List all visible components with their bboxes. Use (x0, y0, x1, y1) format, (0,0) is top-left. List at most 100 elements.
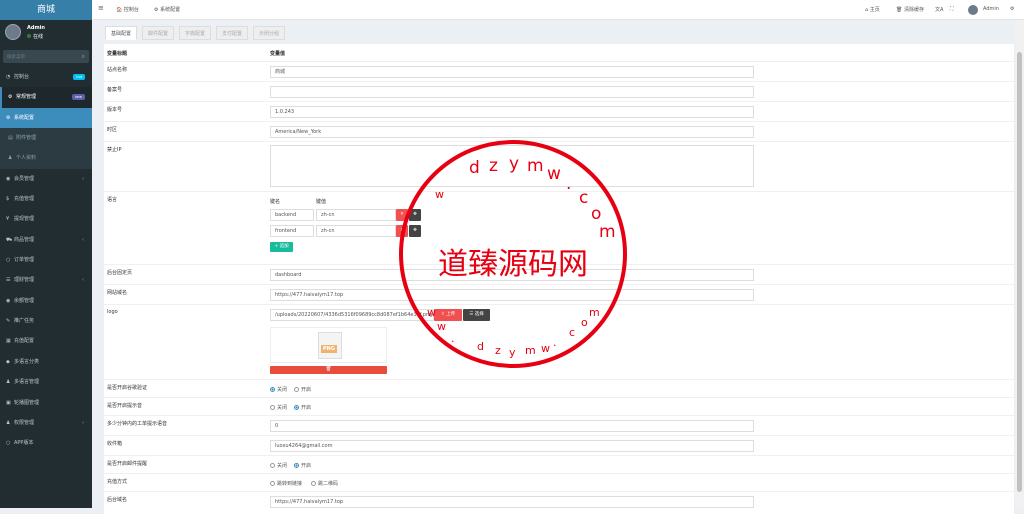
textarea-forbid-ip[interactable] (270, 145, 754, 187)
tab-payment[interactable]: 支付配置 (216, 26, 249, 40)
translate-icon[interactable]: 文A (935, 6, 943, 13)
scrollbar-thumb[interactable] (1017, 52, 1022, 492)
tab-email[interactable]: 邮件配置 (142, 26, 175, 40)
circle-o-icon: ○ (6, 257, 11, 264)
yen-icon: ¥ (6, 216, 10, 223)
radio-label: 跳转到链接 (277, 481, 303, 487)
header-avatar[interactable] (968, 5, 978, 15)
input-backend-domain[interactable]: https://477.haivalym17.top (270, 496, 754, 508)
sidebar-item[interactable]: ⛟ 商品管理 ‹ (0, 230, 92, 250)
radio-tips-off[interactable]: 关闭 (270, 404, 287, 411)
drag-handle-icon[interactable]: ✥ (409, 209, 421, 221)
search-icon[interactable]: ⌕ (82, 53, 85, 61)
tab-example[interactable]: 示例分组 (253, 26, 286, 40)
remove-row-button[interactable]: ✕ (396, 225, 408, 237)
sidebar-item[interactable]: ○ APP版本 (0, 433, 92, 453)
delete-logo-button[interactable]: 🗑 (270, 366, 387, 374)
input-backend-index[interactable]: dashboard (270, 269, 754, 281)
sidebar-item[interactable]: ○ 订单管理 (0, 250, 92, 270)
radio-notify-off[interactable]: 关闭 (270, 462, 287, 469)
radio-label: 关闭 (277, 463, 288, 469)
sidebar-search[interactable]: 搜索菜单 ⌕ (3, 50, 89, 63)
grid-icon: ▦ (6, 338, 11, 345)
dashboard-icon: 🏠 (116, 7, 123, 13)
sidebar-item[interactable]: ¥ 提现管理 (0, 209, 92, 229)
row-backend-domain: 后台域名 https://477.haivalym17.top (104, 491, 1014, 511)
users-icon: ♟ (6, 379, 11, 386)
language-val-input[interactable]: zh-cn (316, 209, 396, 221)
language-key-input[interactable]: backend (270, 209, 314, 221)
input-receive-email[interactable]: luoxu4264@gmail.com (270, 440, 754, 452)
sidebar-item[interactable]: ◉ 余额管理 (0, 291, 92, 311)
sidebar-item[interactable]: ⚙ 系统配置 (0, 107, 92, 129)
sidebar-item-label: 提现管理 (14, 216, 35, 223)
search-input[interactable]: 搜索菜单 (7, 54, 25, 60)
input-version[interactable]: 1.0.243 (270, 106, 754, 118)
sidebar-item[interactable]: ▦ 充值配置 (0, 331, 92, 351)
tab-dashboard[interactable]: 🏠 控制台 (116, 6, 139, 13)
menu-toggle-icon[interactable]: ≡ (98, 4, 104, 12)
input-site-domain[interactable]: https://477.haivalym17.top (270, 289, 754, 301)
circle-dot-icon: ◉ (6, 297, 11, 304)
sidebar-item[interactable]: ✎ 推广任务 (0, 311, 92, 331)
append-button[interactable]: + 追加 (270, 242, 293, 252)
top-navbar: ≡ 🏠 控制台 ⚙ 系统配置 ⌂ 主页 🗑 清除缓存 文A ⛶ Admin ⚙ (92, 0, 1024, 20)
radio-recharge-link[interactable]: 跳转到链接 (270, 480, 302, 487)
page-scrollbar[interactable] (1015, 20, 1024, 508)
radio-captcha-on[interactable]: 开启 (294, 386, 311, 393)
label-version: 版本号 (107, 107, 123, 113)
remove-row-button[interactable]: ✕ (396, 209, 408, 221)
language-val-input[interactable]: zh-cn (316, 225, 396, 237)
clear-cache-button[interactable]: 🗑 清除缓存 (896, 6, 924, 13)
sidebar-item[interactable]: ♟ 多语言管理 (0, 372, 92, 392)
sidebar-item[interactable]: ◔ 控制台 hot (0, 67, 92, 87)
sidebar-item[interactable]: ◆ 多语言分类 (0, 352, 92, 372)
sidebar-item[interactable]: ♟ 个人资料 (0, 148, 92, 169)
tab-dashboard-label: 控制台 (123, 7, 139, 13)
home-link[interactable]: ⌂ 主页 (865, 6, 880, 13)
settings-icon[interactable]: ⚙ (1010, 6, 1014, 12)
sidebar-item[interactable]: ▣ 轮播图管理 (0, 393, 92, 413)
avatar (5, 24, 21, 40)
fullscreen-icon[interactable]: ⛶ (950, 6, 954, 12)
select-button[interactable]: ☰ 选择 (463, 309, 490, 321)
sidebar-item[interactable]: ⚙ 常规管理 new (0, 87, 92, 108)
tag-icon: ◆ (6, 358, 10, 365)
tab-dictionary[interactable]: 字典配置 (179, 26, 212, 40)
tab-system-config-label: 系统配置 (160, 7, 181, 13)
sidebar-item[interactable]: ▤ 附件管理 (0, 128, 92, 149)
sidebar-item-label: 理财管理 (14, 277, 35, 284)
input-work-tip[interactable]: 0 (270, 420, 754, 432)
radio-recharge-qr[interactable]: 跳二维码 (311, 480, 338, 487)
language-key-input[interactable]: frontend (270, 225, 314, 237)
label-forbid-ip: 禁止IP (107, 147, 122, 153)
sidebar-item-label: 余额管理 (14, 297, 35, 304)
sidebar-item[interactable]: ☰ 理财管理 ‹ (0, 270, 92, 290)
drag-handle-icon[interactable]: ✥ (409, 225, 421, 237)
sidebar-item-label: 权限管理 (14, 419, 35, 426)
menu-badge: hot (73, 74, 85, 80)
radio-unchecked-icon (311, 481, 316, 486)
language-val-header: 键值 (316, 199, 327, 205)
chevron-left-icon: ‹ (82, 277, 84, 284)
user-status: 在线 (27, 33, 43, 40)
user-status-label: 在线 (33, 34, 44, 40)
sidebar-item[interactable]: ◉ 会员管理 ‹ (0, 169, 92, 189)
sidebar-item-label: 控制台 (14, 74, 30, 80)
input-logo[interactable]: /uploads/20220607/4336d5316f09689cc8d087… (270, 309, 434, 321)
radio-notify-on[interactable]: 开启 (294, 462, 311, 469)
row-work-tip: 多少分钟内的工单提示语音 0 (104, 415, 1014, 435)
input-timezone[interactable]: America/New_York (270, 126, 754, 138)
input-beian[interactable] (270, 86, 754, 98)
input-site-name[interactable]: 商城 (270, 66, 754, 78)
tab-basic[interactable]: 基础配置 (105, 26, 138, 40)
upload-button[interactable]: ⇧ 上传 (434, 309, 462, 321)
radio-tips-on[interactable]: 开启 (294, 404, 311, 411)
tab-system-config[interactable]: ⚙ 系统配置 (154, 6, 180, 13)
sidebar-item[interactable]: $ 充值管理 (0, 189, 92, 209)
app-logo[interactable]: 商城 (0, 0, 92, 20)
admin-name[interactable]: Admin (983, 6, 999, 12)
sidebar-item[interactable]: ♟ 权限管理 ‹ (0, 413, 92, 433)
label-timezone: 时区 (107, 127, 118, 133)
radio-captcha-off[interactable]: 关闭 (270, 386, 287, 393)
